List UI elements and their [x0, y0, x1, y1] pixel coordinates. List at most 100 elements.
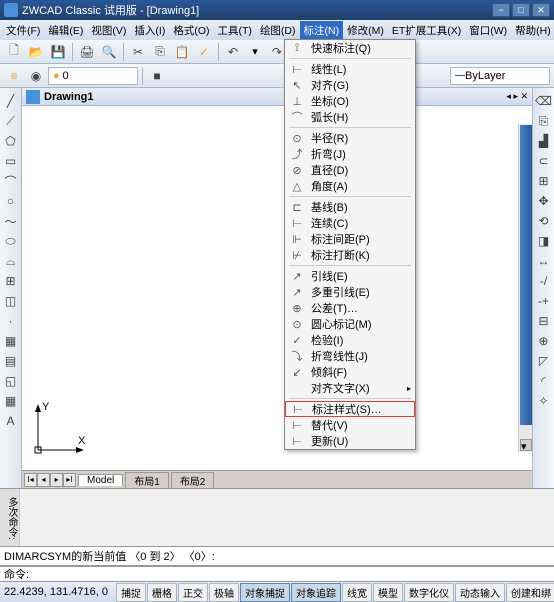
point-icon[interactable]: · [2, 312, 20, 330]
tab-first-icon[interactable]: I◂ [24, 473, 37, 487]
menu-1[interactable]: 编辑(E) [44, 21, 87, 40]
dd-item-17[interactable]: ✓检验(I) [285, 332, 415, 348]
scale-icon[interactable]: ◨ [535, 232, 553, 250]
save-icon[interactable]: 💾 [48, 42, 68, 62]
gradient-icon[interactable]: ▤ [2, 352, 20, 370]
minimize-button[interactable]: − [492, 3, 510, 17]
print-icon[interactable]: 🖨 [77, 42, 97, 62]
dd-item-19[interactable]: ↙倾斜(F) [285, 364, 415, 380]
dd-item-13[interactable]: ↗引线(E) [285, 268, 415, 284]
dd-item-18[interactable]: ⤵折弯线性(J) [285, 348, 415, 364]
dd-item-6[interactable]: ⤴折弯(J) [285, 146, 415, 162]
status-btn-3[interactable]: 极轴 [209, 583, 239, 602]
status-btn-6[interactable]: 线宽 [342, 583, 372, 602]
dd-item-20[interactable]: 对齐文字(X)▸ [285, 380, 415, 396]
copy-icon[interactable]: ⎘ [150, 42, 170, 62]
array-icon[interactable]: ⊞ [535, 172, 553, 190]
dd-item-14[interactable]: ↗多重引线(E) [285, 284, 415, 300]
preview-icon[interactable]: 🔍 [99, 42, 119, 62]
copy2-icon[interactable]: ⎘ [535, 112, 553, 130]
offset-icon[interactable]: ⊂ [535, 152, 553, 170]
block-icon[interactable]: ◫ [2, 292, 20, 310]
move-icon[interactable]: ✥ [535, 192, 553, 210]
status-btn-5[interactable]: 对象追踪 [291, 583, 341, 602]
dd-item-9[interactable]: ⊏基线(B) [285, 199, 415, 215]
tab-next-icon[interactable]: ▸ [50, 473, 63, 487]
fillet-icon[interactable]: ◜ [535, 372, 553, 390]
tab-layout1[interactable]: 布局1 [125, 472, 169, 488]
menu-3[interactable]: 插入(I) [130, 21, 169, 40]
menu-0[interactable]: 文件(F) [2, 21, 44, 40]
tab-layout2[interactable]: 布局2 [171, 472, 215, 488]
dd-item-8[interactable]: △角度(A) [285, 178, 415, 194]
paste-icon[interactable]: 📋 [172, 42, 192, 62]
cut-icon[interactable]: ✂ [128, 42, 148, 62]
polygon-icon[interactable]: ⬠ [2, 132, 20, 150]
status-btn-9[interactable]: 动态输入 [455, 583, 505, 602]
tab-model[interactable]: Model [78, 474, 123, 486]
menu-5[interactable]: 工具(T) [214, 21, 256, 40]
status-btn-8[interactable]: 数字化仪 [404, 583, 454, 602]
drawing-canvas[interactable]: Y X ▾ [22, 106, 532, 470]
status-btn-0[interactable]: 捕捉 [116, 583, 146, 602]
tab-last-icon[interactable]: ▸I [63, 473, 76, 487]
dd-item-2[interactable]: ↖对齐(G) [285, 77, 415, 93]
maximize-button[interactable]: □ [512, 3, 530, 17]
join-icon[interactable]: ⊕ [535, 332, 553, 350]
hatch-icon[interactable]: ▦ [2, 332, 20, 350]
status-btn-10[interactable]: 创建和绑 [506, 583, 554, 602]
dd-item-21[interactable]: ⊢标注样式(S)… [285, 401, 415, 417]
undo-icon[interactable]: ↶ [223, 42, 243, 62]
rect-icon[interactable]: ▭ [2, 152, 20, 170]
erase-icon[interactable]: ⌫ [535, 92, 553, 110]
layer-state-icon[interactable]: ◉ [26, 66, 46, 86]
dd-item-7[interactable]: ⊘直径(D) [285, 162, 415, 178]
mirror-icon[interactable]: ▟ [535, 132, 553, 150]
ellipse-arc-icon[interactable]: ⌓ [2, 252, 20, 270]
layer-combo[interactable]: ● 0 [48, 67, 138, 85]
pline-icon[interactable]: ⟋ [2, 112, 20, 130]
new-icon[interactable]: 🗋 [4, 42, 24, 62]
dd-item-16[interactable]: ⊙圆心标记(M) [285, 316, 415, 332]
menu-7[interactable]: 标注(N) [300, 21, 344, 40]
dd-item-1[interactable]: ⊢线性(L) [285, 61, 415, 77]
arc-icon[interactable]: ⌒ [2, 172, 20, 190]
circle-icon[interactable]: ○ [2, 192, 20, 210]
status-btn-2[interactable]: 正交 [178, 583, 208, 602]
chamfer-icon[interactable]: ◸ [535, 352, 553, 370]
scrollbar-thumb[interactable] [520, 125, 532, 425]
open-icon[interactable]: 📂 [26, 42, 46, 62]
status-btn-4[interactable]: 对象捕捉 [240, 583, 290, 602]
dd-item-22[interactable]: ⊢替代(V) [285, 417, 415, 433]
menu-9[interactable]: ET扩展工具(X) [388, 21, 465, 40]
region-icon[interactable]: ◱ [2, 372, 20, 390]
dd-item-11[interactable]: ⊩标注间距(P) [285, 231, 415, 247]
status-btn-7[interactable]: 模型 [373, 583, 403, 602]
rotate-icon[interactable]: ⟲ [535, 212, 553, 230]
break-icon[interactable]: ⊟ [535, 312, 553, 330]
insert-icon[interactable]: ⊞ [2, 272, 20, 290]
table-icon[interactable]: ▦ [2, 392, 20, 410]
dd-item-3[interactable]: ⊥坐标(O) [285, 93, 415, 109]
dd-item-5[interactable]: ⊙半径(R) [285, 130, 415, 146]
doc-menu-icon[interactable]: ◂ ▸ ✕ [506, 91, 528, 102]
dd-item-0[interactable]: ⟟快速标注(Q) [285, 40, 415, 56]
dd-item-23[interactable]: ⊢更新(U) [285, 433, 415, 449]
trim-icon[interactable]: -/ [535, 272, 553, 290]
match-icon[interactable]: ✓ [194, 42, 214, 62]
layer-icon[interactable]: ≡ [4, 66, 24, 86]
bylayer-combo[interactable]: — ByLayer [450, 67, 550, 85]
command-line[interactable]: DIMARCSYM的新当前值 〈0 到 2〉 〈0〉: [0, 546, 554, 566]
menu-4[interactable]: 格式(O) [169, 21, 213, 40]
dd-item-4[interactable]: ⌒弧长(H) [285, 109, 415, 125]
menu-11[interactable]: 帮助(H) [511, 21, 554, 40]
line-icon[interactable]: ╱ [2, 92, 20, 110]
ellipse-icon[interactable]: ⬭ [2, 232, 20, 250]
menu-10[interactable]: 窗口(W) [465, 21, 511, 40]
close-button[interactable]: ✕ [532, 3, 550, 17]
scrollbar-down-icon[interactable]: ▾ [520, 439, 532, 451]
text-icon[interactable]: A [2, 412, 20, 430]
menu-2[interactable]: 视图(V) [87, 21, 130, 40]
menu-6[interactable]: 绘图(D) [256, 21, 300, 40]
spline-icon[interactable]: 〜 [2, 212, 20, 230]
